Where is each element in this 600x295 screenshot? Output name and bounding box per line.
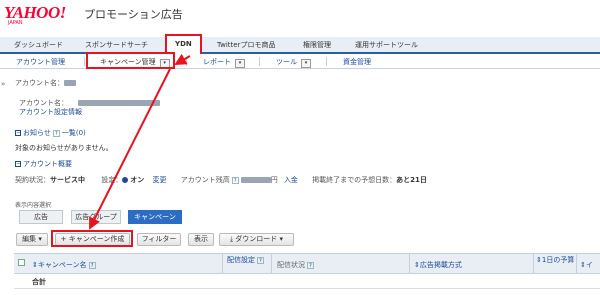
column-divider [576,254,577,275]
column-divider [271,254,272,275]
account-name-row: アカウント名： [15,78,76,88]
display-button[interactable]: 表示 [188,233,214,246]
col-extra-label: イ [585,261,593,269]
notice-list-link[interactable]: 一覧(0) [62,129,86,137]
account-settings-link[interactable]: アカウント設定情報 [19,107,82,117]
redacted-text [78,100,160,106]
help-icon[interactable]: ? [231,176,239,184]
deposit-link[interactable]: 入金 [284,176,298,184]
tab-ydn[interactable]: YDN [165,34,202,54]
help-icon[interactable]: ? [307,261,314,269]
notice-message: 対象のお知らせがありません。 [15,144,113,152]
chevron-down-icon: ▾ [36,235,42,243]
overview-row: 契約状況：サービス中 設定： オン 変更 アカウント残高? 円 入金 掲載終了までの… [15,175,427,185]
subnav-divider [326,57,327,66]
radio-on-icon[interactable] [122,177,129,183]
overview-section[interactable]: − アカウント概要 [15,159,72,169]
setting-label: 設定： [101,176,123,184]
column-divider [533,254,534,275]
on-label: オン [130,176,145,184]
tab-twitter-promo[interactable]: Twitterプロモ商品 [217,40,275,50]
chevron-down-icon: ▾ [277,235,284,243]
col-delivery-setting[interactable]: 配信設定? [227,256,267,265]
redacted-text [240,177,271,183]
notice-title: お知らせ [23,129,51,137]
col-daily-budget[interactable]: ⇕1日の予算 [536,256,576,265]
edit-button[interactable]: 編集 ▾ [16,233,48,246]
notice-section[interactable]: − お知らせ? 一覧(0) [15,128,86,138]
select-all-checkbox[interactable] [18,259,25,266]
subnav-divider [259,57,260,66]
days-value: あと21日 [396,176,427,184]
expand-sidebar-icon[interactable]: » [1,80,5,88]
tab-dashboard[interactable]: ダッシュボード [14,40,63,50]
help-icon[interactable]: ? [52,129,60,137]
account-name-label-2: アカウント名： [19,99,68,107]
tab-permissions[interactable]: 権限管理 [303,40,331,50]
download-button[interactable]: ⤓ ダウンロード ▾ [219,233,294,246]
view-select-label: 表示内容選択 [15,202,52,209]
collapse-icon[interactable]: − [15,161,21,167]
overview-title: アカウント概要 [23,160,72,168]
campaign-management-highlight [86,52,175,69]
col-delivery-status-label: 配信状況 [277,261,305,269]
col-campaign-name-label: キャンペーン名 [37,261,87,269]
contract-label: 契約状況： [15,176,50,184]
column-divider [409,254,410,275]
table-total-row: 合計 [14,274,600,289]
collapse-icon[interactable]: − [15,130,21,136]
col-delivery-status[interactable]: 配信状況? [277,260,316,270]
total-label: 合計 [32,278,46,286]
help-icon[interactable]: ? [257,256,264,264]
tab-sponsored-search[interactable]: スポンサードサーチ [85,40,148,50]
view-tab-ad-groups[interactable]: 広告グループ [71,210,121,224]
campaign-table-header: ⇕キャンペーン名? 配信設定? 配信状況? ⇕広告掲載方式 ⇕1日の予算 ⇕イ [14,253,600,275]
col-delivery-setting-label: 配信設定 [227,256,255,264]
col-ad-placement[interactable]: ⇕広告掲載方式 [414,260,462,270]
change-link[interactable]: 変更 [152,176,166,184]
subnav-funds[interactable]: 資金管理 [343,57,371,67]
column-divider [222,254,223,275]
tab-support-tools[interactable]: 運用サポートツール [355,40,418,50]
col-extra[interactable]: ⇕イ [580,260,593,270]
download-label: ダウンロード [235,235,278,243]
contract-value: サービス中 [50,176,85,184]
edit-label: 編集 [22,235,37,243]
create-campaign-highlight [51,230,133,247]
yahoo-logo-sub: JAPAN [8,20,23,26]
subnav-divider [84,57,85,66]
redacted-text [64,80,76,86]
subnav-tools[interactable]: ツール [276,57,311,68]
balance-label: アカウント残高 [180,176,230,184]
view-tab-ads[interactable]: 広告 [19,210,63,224]
account-name-label: アカウント名： [15,79,64,87]
col-daily-budget-label: 1日の予算 [541,256,575,264]
col-campaign-name[interactable]: ⇕キャンペーン名? [32,260,98,270]
balance-suffix: 円 [270,176,278,184]
view-tab-campaigns[interactable]: キャンペーン [128,210,182,224]
help-icon[interactable]: ? [88,261,96,269]
product-title: プロモーション広告 [84,8,183,21]
col-ad-placement-label: 広告掲載方式 [419,261,462,269]
app-header: YAHOO! JAPAN プロモーション広告 [0,0,600,34]
subnav-report[interactable]: レポート [203,57,245,68]
days-label: 掲載終了までの予想日数： [312,176,397,184]
subnav-divider [186,57,187,66]
filter-button[interactable]: フィルター [137,233,181,246]
subnav-account-management[interactable]: アカウント管理 [16,57,65,67]
